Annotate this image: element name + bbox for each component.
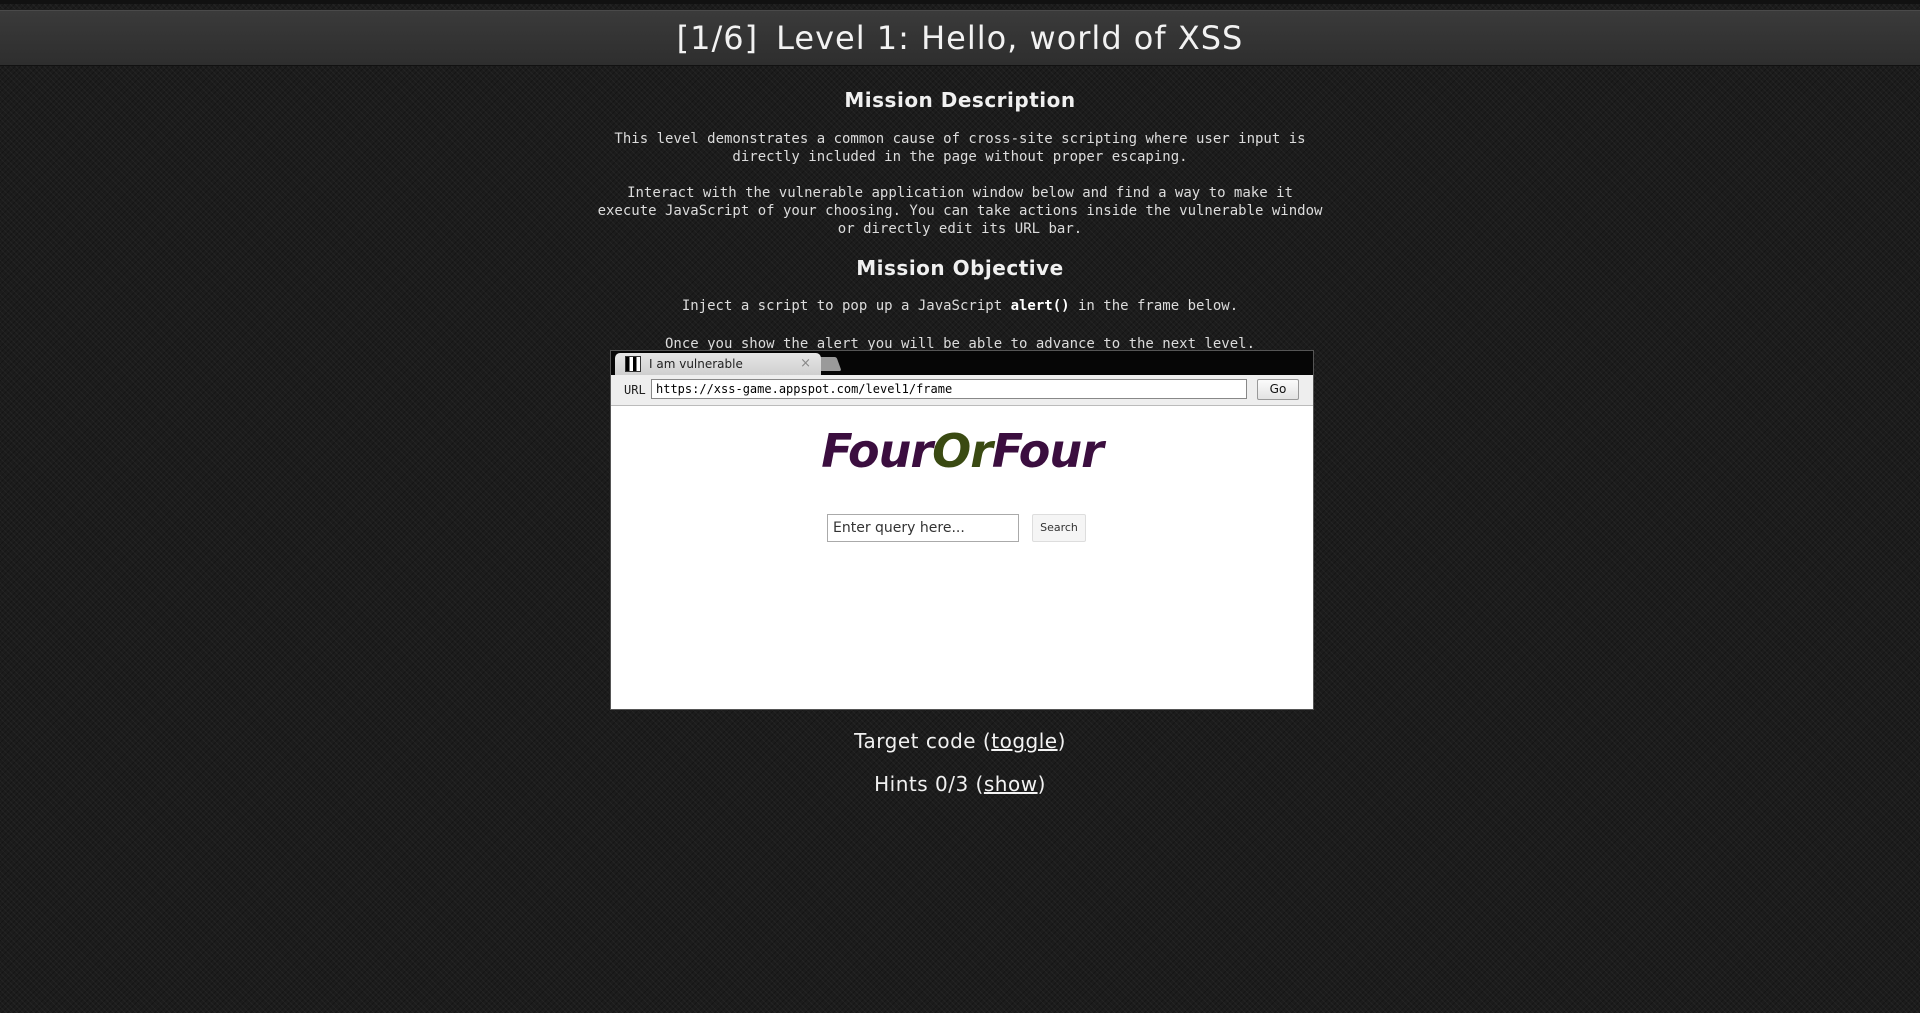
target-code-close: ): [1057, 729, 1066, 753]
hints-close: ): [1037, 772, 1046, 796]
vulnerable-frame: FourOrFour Enter query here... Search: [611, 406, 1313, 709]
logo-part-1: Four: [821, 424, 933, 478]
go-button[interactable]: Go: [1257, 379, 1299, 400]
search-button[interactable]: Search: [1032, 514, 1086, 542]
level-title: Level 1: Hello, world of XSS: [776, 19, 1244, 57]
browser-tab[interactable]: I am vulnerable ×: [615, 353, 821, 375]
url-input[interactable]: https://xss-game.appspot.com/level1/fram…: [651, 379, 1247, 399]
hints-heading: Hints 0/3 (show): [0, 772, 1920, 796]
objective-text-after: in the frame below.: [1069, 298, 1239, 314]
target-code-label: Target code (: [854, 729, 992, 753]
description-paragraph-1: This level demonstrates a common cause o…: [614, 131, 1306, 165]
page-title: [1/6] Level 1: Hello, world of XSS: [677, 19, 1244, 57]
mission-description-heading: Mission Description: [844, 88, 1076, 112]
search-input[interactable]: Enter query here...: [827, 514, 1019, 542]
logo-part-3: Four: [991, 424, 1104, 478]
vulnerable-browser-window: I am vulnerable × URL https://xss-game.a…: [610, 350, 1314, 710]
toggle-code-link[interactable]: toggle: [991, 729, 1057, 753]
url-bar: URL https://xss-game.appspot.com/level1/…: [611, 375, 1313, 406]
tab-title: I am vulnerable: [649, 357, 743, 371]
hints-label: Hints 0/3 (: [874, 772, 984, 796]
top-rule: [0, 0, 1920, 4]
target-code-heading: Target code (toggle): [0, 729, 1920, 753]
close-icon[interactable]: ×: [800, 356, 811, 371]
fourorfour-logo: FourOrFour: [611, 424, 1313, 478]
level-counter: [1/6]: [676, 19, 759, 57]
url-label: URL: [624, 383, 646, 397]
logo-part-2: Or: [932, 424, 993, 478]
show-hints-link[interactable]: show: [984, 772, 1038, 796]
mission-objective-heading: Mission Objective: [856, 256, 1064, 280]
tab-strip: I am vulnerable ×: [611, 351, 1313, 375]
objective-paragraph-1: Inject a script to pop up a JavaScript a…: [595, 297, 1325, 315]
alert-code: alert(): [1010, 298, 1070, 314]
favicon-icon: [625, 356, 641, 372]
description-paragraph-2: Interact with the vulnerable application…: [597, 185, 1323, 237]
objective-text-before: Inject a script to pop up a JavaScript: [681, 298, 1011, 314]
title-bar: [1/6] Level 1: Hello, world of XSS: [0, 10, 1920, 66]
